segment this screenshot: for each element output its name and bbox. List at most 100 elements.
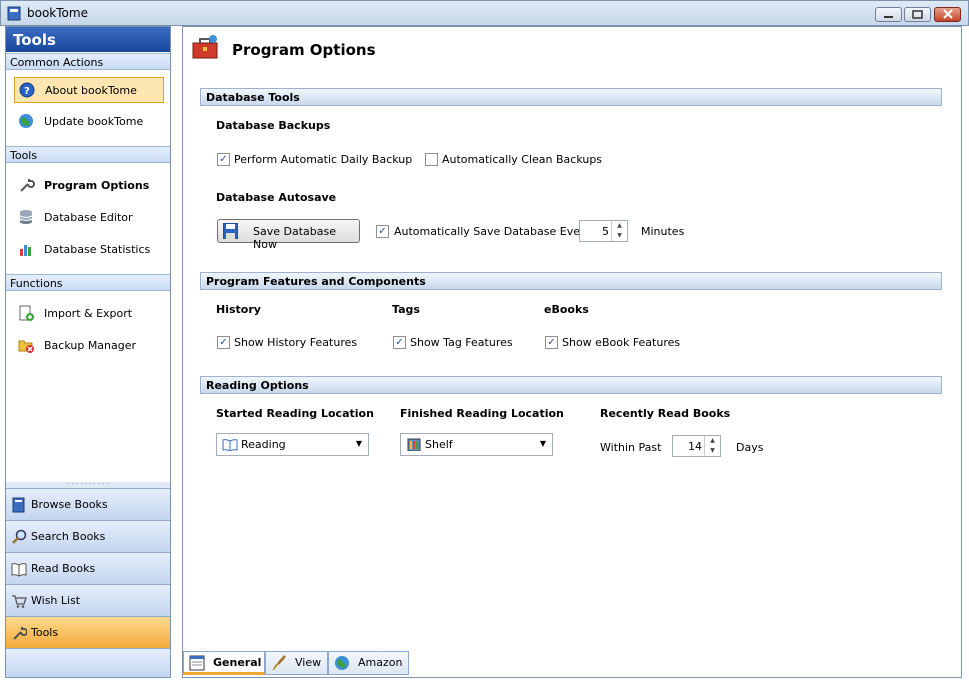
recently-read-label: Recently Read Books: [600, 407, 731, 420]
started-reading-dropdown[interactable]: Reading ▼: [216, 433, 369, 456]
shelf-icon: [407, 438, 421, 451]
tab-label: View: [295, 656, 322, 669]
clean-backups-checkbox[interactable]: [425, 153, 438, 166]
folder-remove-icon: [18, 340, 34, 353]
nav-read-books[interactable]: Read Books: [6, 552, 170, 584]
nav-overflow-area: [6, 648, 170, 677]
globe-icon: [335, 656, 349, 670]
action-label: Update bookTome: [44, 115, 144, 128]
help-icon: ?: [19, 82, 35, 98]
program-options-panel: Program Options Database Tools Database …: [182, 26, 962, 678]
nav-label: Browse Books: [31, 498, 108, 511]
database-backups-label: Database Backups: [216, 119, 331, 132]
section-common-actions: Common Actions: [6, 53, 170, 70]
days-spinner[interactable]: 14 ▲ ▼: [672, 435, 721, 457]
auto-save-checkbox[interactable]: ✓: [376, 225, 389, 238]
action-database-statistics[interactable]: Database Statistics: [14, 237, 164, 263]
finished-reading-dropdown[interactable]: Shelf ▼: [400, 433, 553, 456]
auto-backup-checkbox[interactable]: ✓: [217, 153, 230, 166]
nav-wish-list[interactable]: Wish List: [6, 584, 170, 616]
action-label: Backup Manager: [44, 339, 137, 352]
nav-label: Search Books: [31, 530, 106, 543]
chevron-down-icon: ▼: [539, 439, 546, 448]
window-title: bookTome: [27, 6, 88, 20]
shopping-cart-icon: [12, 595, 27, 608]
svg-text:?: ?: [24, 86, 30, 97]
started-reading-label: Started Reading Location: [216, 407, 374, 420]
action-label: About bookTome: [45, 84, 137, 97]
days-value: 14: [688, 440, 702, 453]
action-backup-manager[interactable]: Backup Manager: [14, 333, 164, 359]
group-program-features: Program Features and Components: [200, 272, 942, 290]
open-book-icon: [222, 439, 238, 451]
show-tags-checkbox[interactable]: ✓: [393, 336, 406, 349]
section-functions: Functions: [6, 274, 170, 291]
started-reading-value: Reading: [241, 438, 286, 451]
within-past-label: Within Past: [600, 441, 662, 454]
brush-icon: [272, 655, 286, 671]
action-program-options[interactable]: Program Options: [14, 173, 164, 199]
group-reading-options: Reading Options: [200, 376, 942, 394]
tab-general[interactable]: General: [183, 651, 265, 675]
finished-reading-value: Shelf: [425, 438, 453, 451]
spinner-arrows-icon[interactable]: ▲ ▼: [704, 436, 720, 456]
spinner-arrows-icon[interactable]: ▲ ▼: [611, 221, 627, 241]
show-tags-label: Show Tag Features: [410, 336, 513, 349]
tab-label: General: [213, 656, 262, 669]
action-import-export[interactable]: Import & Export: [14, 301, 164, 327]
wrench-icon: [13, 627, 27, 640]
show-history-label: Show History Features: [234, 336, 358, 349]
minimize-button[interactable]: [875, 7, 902, 22]
document-add-icon: [19, 305, 34, 321]
auto-backup-label: Perform Automatic Daily Backup: [234, 153, 413, 166]
minutes-spinner[interactable]: 5 ▲ ▼: [579, 220, 628, 242]
action-update-booktome[interactable]: Update bookTome: [14, 109, 164, 135]
tab-amazon[interactable]: Amazon: [328, 651, 409, 675]
maximize-button[interactable]: [904, 7, 931, 22]
nav-label: Read Books: [31, 562, 96, 575]
minutes-label: Minutes: [641, 225, 685, 238]
show-history-checkbox[interactable]: ✓: [217, 336, 230, 349]
app-book-icon: [7, 6, 21, 21]
globe-icon: [19, 114, 33, 128]
history-label: History: [216, 303, 261, 316]
close-button[interactable]: [934, 7, 961, 22]
minutes-value: 5: [602, 225, 609, 238]
ebooks-label: eBooks: [544, 303, 589, 316]
nav-tools[interactable]: Tools: [6, 616, 170, 648]
action-database-editor[interactable]: Database Editor: [14, 205, 164, 231]
nav-browse-books[interactable]: Browse Books: [6, 488, 170, 520]
tab-label: Amazon: [358, 656, 403, 669]
action-label: Program Options: [44, 179, 150, 192]
group-database-tools: Database Tools: [200, 88, 942, 106]
close-icon: [943, 9, 953, 19]
nav-label: Wish List: [31, 594, 81, 607]
auto-save-label: Automatically Save Database Every: [394, 225, 592, 238]
book-icon: [12, 497, 25, 513]
section-tools: Tools: [6, 146, 170, 163]
toolbox-icon: [192, 35, 218, 59]
title-bar: bookTome: [0, 0, 969, 26]
show-ebooks-label: Show eBook Features: [562, 336, 681, 349]
database-autosave-label: Database Autosave: [216, 191, 337, 204]
open-book-icon: [11, 563, 27, 577]
page-title: Program Options: [232, 41, 376, 59]
save-database-now-button[interactable]: Save Database Now: [217, 219, 360, 251]
nav-label: Tools: [31, 626, 59, 639]
floppy-disk-icon: [223, 223, 238, 239]
tab-view[interactable]: View: [265, 651, 328, 675]
chevron-down-icon: ▼: [355, 439, 362, 448]
action-label: Database Statistics: [44, 243, 151, 256]
action-label: Import & Export: [44, 307, 133, 320]
action-label: Database Editor: [44, 211, 133, 224]
days-label: Days: [736, 441, 764, 454]
search-icon: [12, 529, 27, 544]
nav-search-books[interactable]: Search Books: [6, 520, 170, 552]
bar-chart-icon: [20, 245, 31, 256]
database-icon: [19, 210, 33, 224]
show-ebooks-checkbox[interactable]: ✓: [545, 336, 558, 349]
tools-panel-header: Tools: [6, 27, 170, 52]
action-about-booktome[interactable]: ? About bookTome: [14, 77, 164, 103]
tags-label: Tags: [392, 303, 420, 316]
save-database-now-label: Save Database Now: [253, 225, 336, 251]
